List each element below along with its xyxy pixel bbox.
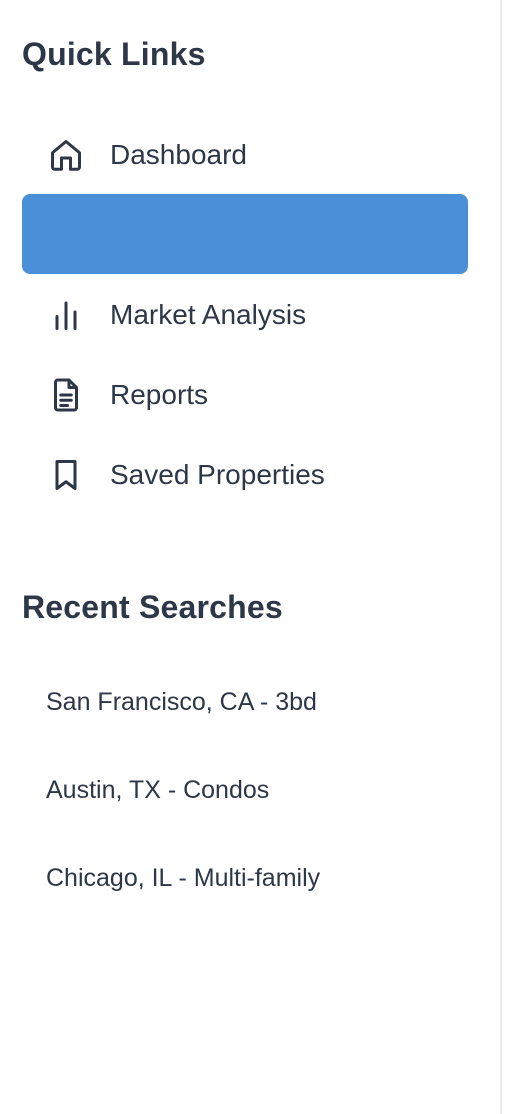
nav-item-reports[interactable]: Reports (22, 355, 468, 435)
nav-item-saved-properties[interactable]: Saved Properties (22, 435, 468, 515)
nav-item-active[interactable] (22, 194, 468, 274)
home-icon (48, 137, 84, 173)
document-icon (48, 377, 84, 413)
bar-chart-icon (48, 297, 84, 333)
recent-search-item[interactable]: San Francisco, CA - 3bd (46, 686, 317, 718)
nav-item-market-analysis[interactable]: Market Analysis (22, 275, 468, 355)
recent-search-item[interactable]: Austin, TX - Condos (46, 774, 269, 806)
sidebar-divider (500, 0, 502, 1114)
nav-item-dashboard-label: Dashboard (110, 139, 247, 170)
sidebar: Quick Links Dashboard Market Analysis Re… (0, 0, 500, 1114)
quick-links-title: Quick Links (22, 36, 206, 72)
nav-item-saved-properties-label: Saved Properties (110, 459, 325, 490)
nav-item-market-analysis-label: Market Analysis (110, 299, 307, 330)
nav-item-dashboard[interactable]: Dashboard (22, 115, 468, 195)
nav-item-reports-label: Reports (110, 379, 209, 410)
recent-searches-title: Recent Searches (22, 589, 283, 625)
recent-search-item[interactable]: Chicago, IL - Multi-family (46, 862, 320, 894)
bookmark-icon (48, 457, 84, 493)
